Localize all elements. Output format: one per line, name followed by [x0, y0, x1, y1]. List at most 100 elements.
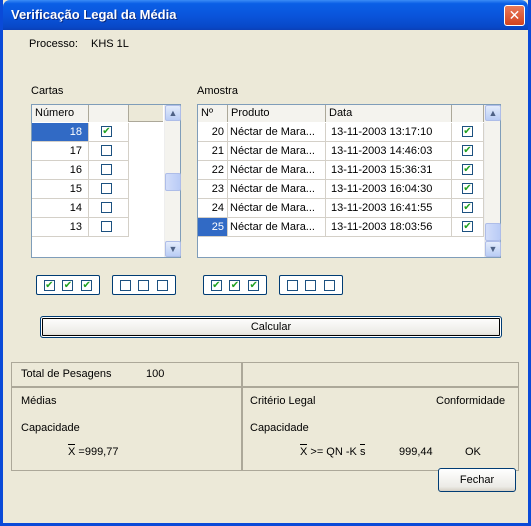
check-cell: [89, 161, 129, 180]
data-cell: 13-11-2003 13:17:10: [326, 123, 452, 142]
criterio-label: Critério Legal: [250, 395, 316, 407]
list-item[interactable]: 21 Néctar de Mara... 13-11-2003 14:46:03 ✔: [198, 142, 484, 161]
header-check-column[interactable]: [452, 105, 484, 122]
row-checkbox[interactable]: [101, 221, 112, 232]
checkmark-icon: ✔: [210, 279, 222, 291]
amostra-select-all-button[interactable]: ✔ ✔ ✔: [203, 275, 267, 295]
amostra-scroll-thumb[interactable]: [485, 223, 501, 241]
criterio-panel: Critério Legal Conformidade Capacidade X…: [242, 387, 519, 471]
fechar-button[interactable]: Fechar: [438, 468, 516, 492]
amostra-select-none-button[interactable]: [279, 275, 343, 295]
header-n[interactable]: Nº: [198, 105, 228, 122]
numero-cell[interactable]: 16: [32, 161, 89, 180]
list-item[interactable]: 16: [32, 161, 163, 180]
amostra-label: Amostra: [197, 85, 238, 97]
list-item[interactable]: 18 ✔: [32, 123, 163, 142]
list-item[interactable]: 15: [32, 180, 163, 199]
n-cell: 23: [198, 180, 228, 199]
numero-cell[interactable]: 18: [32, 123, 89, 142]
produto-cell: Néctar de Mara...: [228, 218, 326, 237]
criterio-formula: X >= QN -K s: [300, 444, 366, 458]
criterio-value: 999,44: [399, 446, 433, 458]
list-item[interactable]: 17: [32, 142, 163, 161]
data-cell: 13-11-2003 18:03:56: [326, 218, 452, 237]
amostra-header: Nº Produto Data: [198, 105, 484, 122]
cartas-select-none-button[interactable]: [112, 275, 176, 295]
n-cell: 22: [198, 161, 228, 180]
list-item[interactable]: 24 Néctar de Mara... 13-11-2003 16:41:55 ✔: [198, 199, 484, 218]
list-item[interactable]: 25 Néctar de Mara... 13-11-2003 18:03:56 ✔: [198, 218, 484, 237]
numero-cell[interactable]: 17: [32, 142, 89, 161]
chevron-down-icon[interactable]: ▼: [485, 241, 501, 257]
row-checkbox[interactable]: [101, 164, 112, 175]
list-item[interactable]: 20 Néctar de Mara... 13-11-2003 13:17:10 ✔: [198, 123, 484, 142]
data-cell: 13-11-2003 15:36:31: [326, 161, 452, 180]
row-checkbox[interactable]: ✔: [462, 145, 473, 156]
header-check-column[interactable]: [89, 105, 129, 122]
list-item[interactable]: 23 Néctar de Mara... 13-11-2003 16:04:30 ✔: [198, 180, 484, 199]
numero-cell[interactable]: 15: [32, 180, 89, 199]
formula-mid: >= QN -K: [310, 446, 357, 458]
cartas-select-all-button[interactable]: ✔ ✔ ✔: [36, 275, 100, 295]
chevron-up-icon[interactable]: ▲: [165, 105, 181, 121]
checkmark-icon: ✔: [62, 279, 74, 291]
check-cell: ✔: [452, 180, 484, 199]
cartas-list[interactable]: Número 18 ✔ 17 16 15 14 13 ▲ ▼: [31, 104, 181, 258]
empty-checkbox-icon: [305, 279, 317, 291]
n-cell: 20: [198, 123, 228, 142]
amostra-scrollbar[interactable]: ▲ ▼: [484, 105, 501, 257]
produto-cell: Néctar de Mara...: [228, 199, 326, 218]
list-item[interactable]: 14: [32, 199, 163, 218]
numero-cell[interactable]: 14: [32, 199, 89, 218]
n-cell: 21: [198, 142, 228, 161]
conformidade-status: OK: [465, 446, 481, 458]
produto-cell: Néctar de Mara...: [228, 142, 326, 161]
checkmark-icon: ✔: [81, 279, 93, 291]
produto-cell: Néctar de Mara...: [228, 123, 326, 142]
row-checkbox[interactable]: [101, 202, 112, 213]
empty-checkbox-icon: [286, 279, 298, 291]
check-cell: [89, 142, 129, 161]
close-icon[interactable]: ✕: [504, 5, 525, 26]
row-checkbox[interactable]: ✔: [101, 126, 112, 137]
check-cell: ✔: [452, 161, 484, 180]
calcular-button[interactable]: Calcular: [40, 316, 502, 338]
empty-checkbox-icon: [138, 279, 150, 291]
row-checkbox[interactable]: ✔: [462, 164, 473, 175]
n-cell: 25: [198, 218, 228, 237]
row-checkbox[interactable]: [101, 183, 112, 194]
processo-label: Processo:: [29, 38, 78, 50]
dialog-content: Processo: KHS 1L Cartas Número 18 ✔ 17 16 15…: [3, 30, 528, 523]
row-checkbox[interactable]: [101, 145, 112, 156]
header-produto[interactable]: Produto: [228, 105, 326, 122]
total-panel: Total de Pesagens 100: [11, 362, 242, 387]
numero-cell[interactable]: 13: [32, 218, 89, 237]
empty-checkbox-icon: [157, 279, 169, 291]
list-item[interactable]: 13: [32, 218, 163, 237]
checkmark-icon: ✔: [248, 279, 260, 291]
conformidade-label: Conformidade: [436, 395, 506, 407]
total-value: 100: [146, 368, 165, 380]
data-cell: 13-11-2003 16:41:55: [326, 199, 452, 218]
media-symbol: X: [68, 444, 76, 458]
media-result: X =999,77: [68, 444, 118, 458]
row-checkbox[interactable]: ✔: [462, 202, 473, 213]
formula-x: X: [300, 444, 308, 458]
cartas-scroll-thumb[interactable]: [165, 173, 181, 191]
check-cell: [89, 199, 129, 218]
header-data[interactable]: Data: [326, 105, 452, 122]
produto-cell: Néctar de Mara...: [228, 161, 326, 180]
chevron-up-icon[interactable]: ▲: [485, 105, 501, 121]
total-panel-right: [242, 362, 519, 387]
check-cell: [89, 180, 129, 199]
header-numero[interactable]: Número: [32, 105, 89, 122]
row-checkbox[interactable]: ✔: [462, 126, 473, 137]
title-bar[interactable]: Verificação Legal da Média ✕: [3, 0, 528, 30]
check-cell: ✔: [452, 123, 484, 142]
row-checkbox[interactable]: ✔: [462, 221, 473, 232]
row-checkbox[interactable]: ✔: [462, 183, 473, 194]
amostra-list[interactable]: Nº Produto Data 20 Néctar de Mara... 13-11…: [197, 104, 501, 258]
list-item[interactable]: 22 Néctar de Mara... 13-11-2003 15:36:31 ✔: [198, 161, 484, 180]
chevron-down-icon[interactable]: ▼: [165, 241, 181, 257]
cartas-scrollbar[interactable]: ▲ ▼: [164, 105, 181, 257]
